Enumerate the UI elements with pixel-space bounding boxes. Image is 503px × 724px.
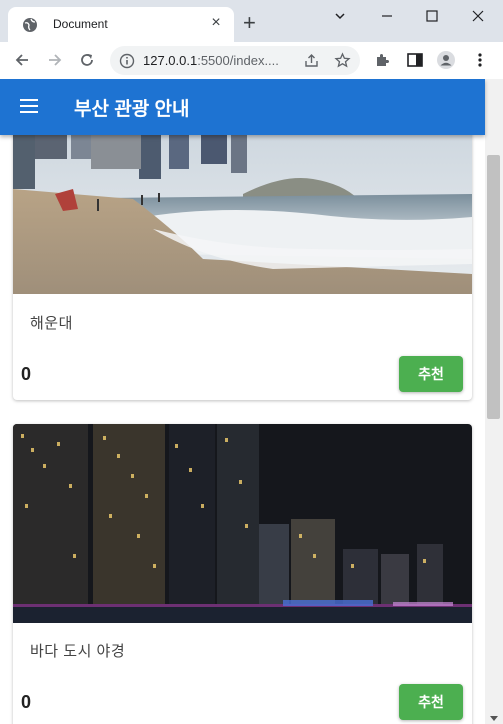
card-title: 바다 도시 야경 — [30, 643, 126, 660]
url-host: 127.0.0.1 — [143, 53, 198, 68]
side-panel-icon[interactable] — [405, 50, 425, 70]
scrollbar-thumb[interactable] — [487, 155, 500, 419]
app-title: 부산 관광 안내 — [74, 99, 190, 120]
browser-tab-strip: Document × + — [0, 0, 503, 42]
share-icon[interactable] — [303, 52, 320, 69]
scroll-down-arrow-icon[interactable] — [490, 716, 498, 721]
profile-avatar-icon[interactable] — [436, 50, 456, 70]
page-scrollbar[interactable] — [485, 79, 503, 724]
reload-icon[interactable] — [77, 50, 97, 70]
browser-menu-icon[interactable] — [470, 50, 490, 70]
tab-title: Document — [53, 17, 108, 31]
app-bar: 부산 관광 안내 — [0, 79, 485, 135]
url-path: :5500/index.... — [197, 53, 279, 68]
attraction-card: 해운대 0 추천 — [13, 99, 472, 400]
page-viewport: 부산 관광 안내 해운대 0 추천 바다 도시 야경 0 추천 — [0, 79, 503, 724]
back-arrow-icon[interactable] — [12, 50, 32, 70]
recommend-button[interactable]: 추천 — [399, 356, 463, 392]
globe-icon — [23, 18, 37, 32]
site-info-icon[interactable] — [119, 53, 135, 69]
card-image-night-city — [13, 424, 472, 623]
bookmark-star-icon[interactable] — [334, 52, 351, 69]
recommend-count: 0 — [21, 692, 32, 712]
maximize-icon[interactable] — [422, 6, 442, 26]
address-bar[interactable]: 127.0.0.1:5500/index.... — [110, 46, 360, 75]
browser-toolbar: 127.0.0.1:5500/index.... — [0, 42, 503, 79]
browser-tab[interactable]: Document × — [8, 7, 234, 42]
extensions-puzzle-icon[interactable] — [373, 50, 393, 70]
forward-arrow-icon[interactable] — [45, 50, 65, 70]
tab-search-chevron-icon[interactable] — [330, 6, 350, 26]
recommend-button[interactable]: 추천 — [399, 684, 463, 720]
recommend-count: 0 — [21, 364, 32, 384]
tab-close-icon[interactable]: × — [207, 14, 225, 32]
window-close-icon[interactable] — [468, 6, 488, 26]
menu-hamburger-icon[interactable] — [20, 99, 38, 113]
attraction-card: 바다 도시 야경 0 추천 — [13, 424, 472, 724]
card-title: 해운대 — [30, 315, 73, 332]
new-tab-button[interactable]: + — [243, 12, 256, 34]
url-text: 127.0.0.1:5500/index.... — [143, 53, 279, 68]
minimize-icon[interactable] — [377, 6, 397, 26]
